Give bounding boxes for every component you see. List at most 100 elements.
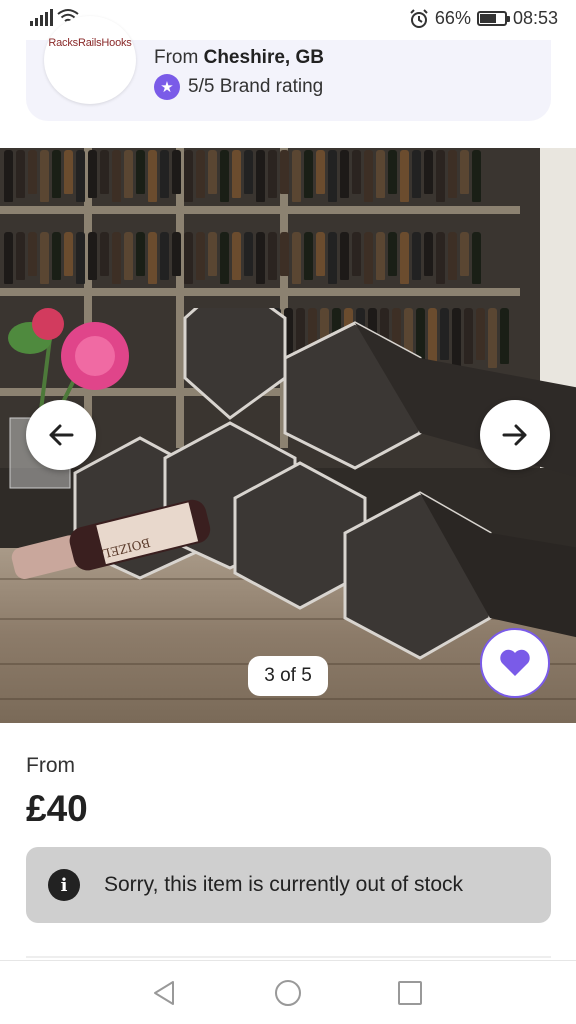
shelf-bottle: [64, 232, 73, 276]
brand-rating-text: 5/5 Brand rating: [188, 76, 324, 97]
shelf-bottle: [76, 150, 85, 202]
battery-icon: [476, 11, 510, 26]
shelf-bottle: [280, 232, 289, 276]
shelf-bottle: [52, 232, 61, 280]
info-icon: i: [48, 869, 80, 901]
favorite-button[interactable]: [480, 628, 550, 698]
home-circle-icon: [275, 980, 301, 1006]
shelf-bottle: [124, 150, 133, 198]
shelf-bottle: [196, 232, 205, 280]
shelf-bottle: [244, 150, 253, 194]
star-icon: ★: [154, 74, 180, 100]
shelf-bottle: [184, 232, 193, 284]
shelf-bottle: [304, 232, 313, 280]
signal-icon: [30, 8, 53, 26]
shelf-bottle: [148, 150, 157, 202]
shelf-bottle: [388, 232, 397, 276]
shelf-bottle: [196, 150, 205, 198]
brand-rating: ★ 5/5 Brand rating: [154, 74, 323, 100]
shelf-bottle: [448, 232, 457, 280]
price: £40: [26, 788, 88, 829]
shelf-bottle: [220, 232, 229, 284]
shelf-bottle: [232, 232, 241, 280]
shelf-bottle: [52, 150, 61, 198]
shelf-bottle: [16, 150, 25, 198]
shelf-bottle: [4, 150, 13, 202]
shelf-bottle: [208, 232, 217, 276]
shelf-bottle: [412, 232, 421, 280]
back-triangle-icon: [154, 981, 174, 1005]
back-button[interactable]: [150, 979, 178, 1007]
shelf-bottle: [40, 150, 49, 202]
shelf-bottle: [88, 232, 97, 280]
shelf-bottle: [460, 232, 469, 276]
shelf-bottle: [472, 232, 481, 284]
battery-fill: [479, 14, 496, 23]
next-image-button[interactable]: [480, 400, 550, 470]
arrow-left-icon: [49, 424, 74, 446]
shelf-bottle: [376, 150, 385, 198]
shelf-bottle: [280, 150, 289, 194]
recents-button[interactable]: [396, 979, 424, 1007]
out-of-stock-message: Sorry, this item is currently out of sto…: [104, 873, 464, 896]
seller-logo[interactable]: RacksRailsHooks: [44, 16, 136, 104]
seller-logo-text: RacksRailsHooks: [48, 37, 132, 49]
shelf-bottle: [16, 232, 25, 280]
clock: 08:53: [512, 8, 558, 28]
shelf-bottle: [472, 150, 481, 202]
shelf-bottle: [100, 232, 109, 276]
out-of-stock-notice: i Sorry, this item is currently out of s…: [26, 847, 551, 923]
shelf-bottle: [412, 150, 421, 198]
shelf-bottle: [340, 232, 349, 280]
shelf-bottle: [388, 150, 397, 194]
shelf-bottle: [316, 232, 325, 276]
shelf-bottle: [424, 150, 433, 194]
shelf-bottle: [4, 232, 13, 284]
shelf-bottle: [160, 150, 169, 198]
shelf-bottle: [448, 150, 457, 198]
shelf-bottle: [220, 150, 229, 202]
shelf-bottle: [28, 232, 37, 276]
shelf-bottle: [136, 150, 145, 194]
recents-square-icon: [398, 981, 422, 1005]
shelf-bottle: [136, 232, 145, 276]
image-counter: 3 of 5: [248, 656, 328, 696]
shelf-bottle: [364, 232, 373, 284]
divider: [26, 956, 551, 958]
shelf-bottle: [424, 232, 433, 276]
shelf-bottle: [400, 150, 409, 202]
price-from-label: From: [26, 754, 75, 777]
shelf-bottle: [292, 232, 301, 284]
system-navigation-bar: [0, 960, 576, 1024]
shelf-bottle: [268, 232, 277, 280]
shelf-bottle: [364, 150, 373, 202]
shelf-bottle: [256, 232, 265, 284]
shelf-bottle: [184, 150, 193, 202]
previous-image-button[interactable]: [26, 400, 96, 470]
shelf-bottle: [328, 232, 337, 284]
shelf-bottle: [436, 150, 445, 202]
shelf-bottle: [304, 150, 313, 198]
home-button[interactable]: [274, 979, 302, 1007]
shelf-bottle: [376, 232, 385, 280]
shelf-bottle: [28, 150, 37, 194]
shelf-bottle: [352, 150, 361, 194]
shelf-bottle: [148, 232, 157, 284]
shelf-bottle: [316, 150, 325, 194]
alarm-icon: [410, 8, 428, 28]
battery-percent: 66%: [434, 8, 471, 28]
product-image-gallery[interactable]: BOIZEL 3 of 5: [0, 148, 576, 723]
shelf-bottle: [268, 150, 277, 198]
shelf-bottle: [88, 150, 97, 198]
seller-origin-prefix: From: [154, 47, 199, 68]
shelf-bottle: [292, 150, 301, 202]
shelf-bottle: [64, 150, 73, 194]
shelf-bottle: [256, 150, 265, 202]
shelf-bottle: [160, 232, 169, 280]
shelf-bottle: [340, 150, 349, 198]
heart-icon: [500, 649, 530, 676]
shelf-bottle: [328, 150, 337, 202]
shelf-bottle: [112, 150, 121, 202]
shelf-bottle: [460, 150, 469, 194]
shelf-bottle: [112, 232, 121, 284]
